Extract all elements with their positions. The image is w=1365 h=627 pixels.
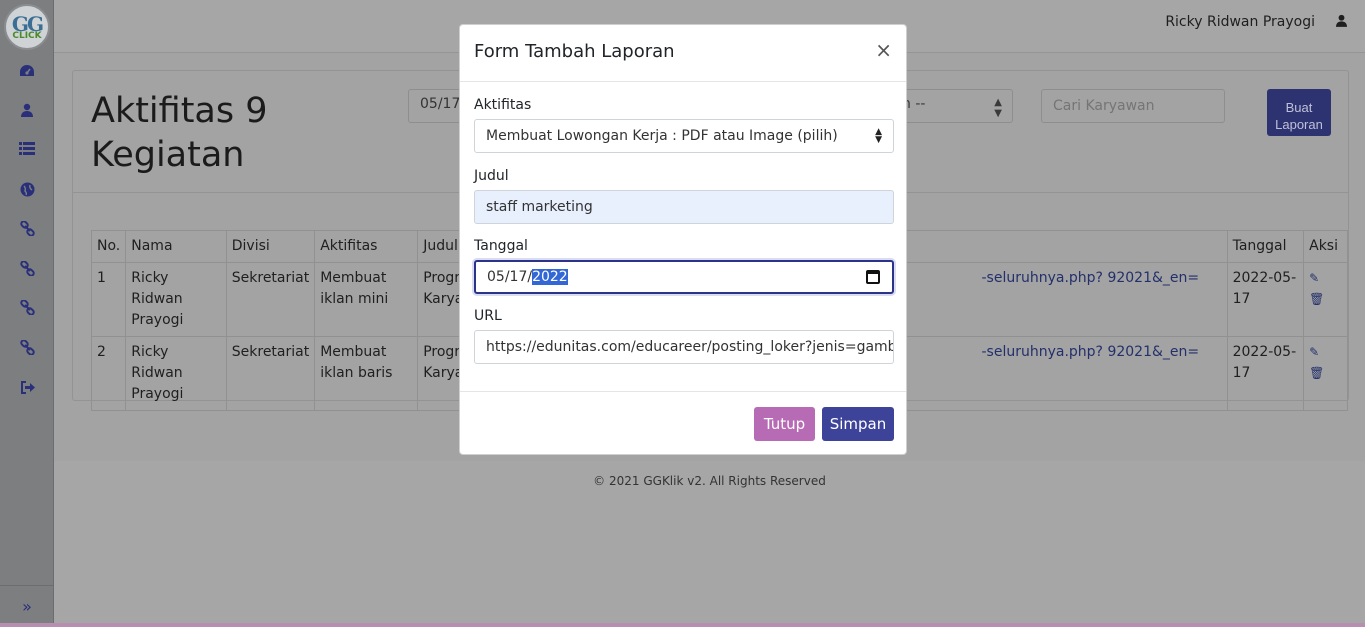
cell-divisi: Sekretariat: [225, 336, 316, 411]
cell-tanggal: 2022-05-17: [1226, 336, 1305, 411]
cell-divisi: Sekretariat: [225, 262, 316, 337]
tanggal-month-day: 05/17/: [487, 269, 533, 285]
judul-label: Judul: [474, 168, 509, 184]
footer-copyright: © 2021 GGKlik v2. All Rights Reserved: [593, 474, 826, 488]
cell-aktifitas: Membuat iklan baris: [314, 336, 419, 411]
user-name[interactable]: Ricky Ridwan Prayogi: [1165, 14, 1315, 30]
column-header: Tanggal: [1226, 230, 1305, 263]
trash-icon[interactable]: 🗑: [1309, 366, 1324, 380]
judul-input[interactable]: staff marketing: [474, 190, 894, 224]
search-karyawan-input[interactable]: [1041, 89, 1225, 123]
judul-group: Judul staff marketing: [474, 168, 894, 224]
cell-aksi: ✎🗑: [1303, 336, 1348, 411]
tanggal-year-selected[interactable]: 2022: [532, 269, 568, 285]
select-caret-icon: ▲ ▼: [875, 127, 882, 145]
dashboard-icon[interactable]: [17, 61, 37, 81]
cell-no: 2: [90, 336, 127, 411]
edit-icon[interactable]: ✎: [1309, 345, 1319, 359]
column-header: Nama: [125, 230, 227, 263]
judul-input-value: staff marketing: [486, 199, 593, 215]
tanggal-date-input[interactable]: 05/17/2022: [474, 260, 894, 294]
url-group: URL https://edunitas.com/educareer/posti…: [474, 308, 894, 364]
aktifitas-select-value: Membuat Lowongan Kerja : PDF atau Image …: [486, 128, 838, 144]
cell-nama: Ricky Ridwan Prayogi: [125, 336, 227, 411]
select-caret-icon: ▲ ▼: [994, 97, 1002, 119]
tanggal-label: Tanggal: [474, 238, 528, 254]
link-icon[interactable]: [17, 337, 37, 357]
tambah-laporan-modal: Form Tambah Laporan × Aktifitas Membuat …: [459, 24, 907, 455]
column-header: Aksi: [1303, 230, 1348, 263]
cell-aktifitas: Membuat iklan mini: [314, 262, 419, 337]
logout-icon[interactable]: [17, 377, 37, 397]
sidebar: GG CLICK »: [0, 0, 54, 627]
link-icon[interactable]: [17, 218, 37, 238]
column-header: No.: [90, 230, 127, 263]
close-icon[interactable]: ×: [875, 38, 892, 62]
user-icon[interactable]: [17, 100, 37, 120]
tutup-button[interactable]: Tutup: [754, 407, 815, 441]
sidebar-toggle-button[interactable]: »: [0, 585, 54, 627]
calendar-icon[interactable]: [866, 270, 880, 284]
link-icon[interactable]: [17, 258, 37, 278]
globe-icon[interactable]: [17, 179, 37, 199]
buat-laporan-button[interactable]: Buat Laporan: [1267, 89, 1331, 136]
cell-no: 1: [90, 262, 127, 337]
cell-aksi: ✎🗑: [1303, 262, 1348, 337]
tanggal-group: Tanggal 05/17/2022: [474, 238, 894, 294]
list-icon[interactable]: [17, 138, 37, 158]
cell-tanggal: 2022-05-17: [1226, 262, 1305, 337]
bottom-strip: [0, 623, 1365, 627]
app-logo[interactable]: GG CLICK: [4, 4, 50, 50]
column-header: Aktifitas: [314, 230, 419, 263]
trash-icon[interactable]: 🗑: [1309, 292, 1324, 306]
url-input[interactable]: https://edunitas.com/educareer/posting_l…: [474, 330, 894, 364]
user-icon[interactable]: [1336, 14, 1347, 31]
aktifitas-label: Aktifitas: [474, 97, 532, 113]
aktifitas-select[interactable]: Membuat Lowongan Kerja : PDF atau Image …: [474, 119, 894, 153]
aktifitas-group: Aktifitas Membuat Lowongan Kerja : PDF a…: [474, 97, 894, 153]
url-input-value: https://edunitas.com/educareer/posting_l…: [486, 339, 894, 355]
double-chevron-right-icon: »: [22, 597, 32, 616]
cell-nama: Ricky Ridwan Prayogi: [125, 262, 227, 337]
modal-footer: Tutup Simpan: [460, 391, 906, 455]
link-icon[interactable]: [17, 297, 37, 317]
divisi-filter-select[interactable]: n -- ▲ ▼: [893, 89, 1013, 123]
url-label: URL: [474, 308, 502, 324]
edit-icon[interactable]: ✎: [1309, 271, 1319, 285]
simpan-button[interactable]: Simpan: [822, 407, 894, 441]
logo-text-bottom: CLICK: [12, 30, 42, 41]
page-title: Aktifitas 9 Kegiatan: [91, 91, 268, 175]
column-header: Divisi: [225, 230, 316, 263]
footer: © 2021 GGKlik v2. All Rights Reserved: [54, 461, 1365, 627]
modal-header: Form Tambah Laporan ×: [460, 25, 906, 82]
modal-title: Form Tambah Laporan: [474, 41, 675, 62]
